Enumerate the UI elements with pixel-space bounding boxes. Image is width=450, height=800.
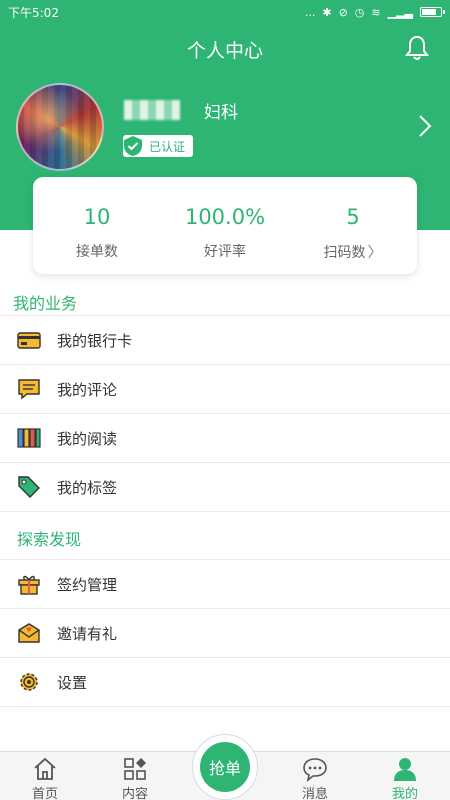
list-item-label: 我的银行卡	[57, 331, 133, 350]
bank-card-icon	[16, 327, 42, 353]
nav-profile[interactable]: 我的	[360, 752, 450, 800]
shield-check-icon	[124, 136, 142, 156]
avatar[interactable]	[16, 83, 104, 171]
battery-icon	[420, 7, 445, 17]
stat-scans-label: 扫码数	[323, 245, 366, 261]
clock-icon: ◷	[354, 5, 365, 19]
list-item-bank-card[interactable]: 我的银行卡	[0, 315, 450, 364]
stat-rating[interactable]: 100.0% 好评率	[161, 177, 289, 274]
nav-messages-label: 消息	[301, 787, 328, 800]
books-icon	[16, 425, 42, 451]
divider	[0, 706, 450, 707]
list-item-tags[interactable]: 我的标签	[0, 462, 450, 511]
home-icon	[34, 757, 56, 780]
status-bar: 下午5:02 ... ✱ ⊘ ◷ ≋ ▁▂▃	[0, 0, 450, 24]
list-item-settings[interactable]: 设置	[0, 657, 450, 706]
nav-content[interactable]: 内容	[90, 752, 180, 800]
nav-home-label: 首页	[31, 787, 58, 800]
list-item-label: 我的评论	[57, 380, 118, 399]
stat-scans-value: 5	[346, 205, 360, 229]
nav-home[interactable]: 首页	[0, 752, 90, 800]
grab-order-button[interactable]: 抢单	[200, 742, 250, 792]
envelope-icon	[16, 620, 42, 646]
stats-card: 10 接单数 100.0% 好评率 5 扫码数〉	[33, 177, 417, 274]
list-item-label: 我的标签	[57, 478, 118, 497]
nav-messages[interactable]: 消息	[270, 752, 360, 800]
section-title-explore: 探索发现	[17, 530, 82, 549]
gear-icon	[16, 669, 42, 695]
verified-badge-label: 已认证	[149, 139, 186, 154]
profile-chevron-right-icon[interactable]	[418, 114, 432, 138]
list-item-invite[interactable]: 邀请有礼	[0, 608, 450, 657]
stat-orders-label: 接单数	[76, 244, 118, 260]
stat-orders-value: 10	[83, 205, 111, 229]
section-title-business: 我的业务	[13, 294, 78, 313]
status-time: 下午5:02	[8, 5, 59, 20]
chat-icon	[303, 758, 327, 782]
bell-icon[interactable]	[404, 34, 430, 62]
verified-badge: 已认证	[123, 135, 194, 157]
gift-box-icon	[16, 571, 42, 597]
department-label: 妇科	[204, 103, 238, 123]
list-item-label: 邀请有礼	[57, 624, 118, 643]
cell-signal-icon: ▁▂▃	[387, 5, 413, 19]
wifi-icon: ≋	[371, 5, 381, 19]
page-title: 个人中心	[186, 40, 263, 62]
divider	[0, 511, 450, 512]
status-icons: ... ✱ ⊘ ◷ ≋ ▁▂▃	[304, 5, 445, 19]
nav-profile-label: 我的	[391, 787, 418, 800]
comment-icon	[16, 376, 42, 402]
grid-icon	[124, 758, 146, 780]
stat-rating-label: 好评率	[204, 244, 246, 260]
stat-rating-value: 100.0%	[184, 205, 266, 229]
list-item-label: 签约管理	[57, 575, 118, 594]
scans-chevron-icon: 〉	[367, 243, 383, 261]
bluetooth-icon: ✱	[322, 5, 332, 19]
stat-scans[interactable]: 5 扫码数〉	[289, 177, 417, 274]
list-item-contracts[interactable]: 签约管理	[0, 559, 450, 608]
list-item-comments[interactable]: 我的评论	[0, 364, 450, 413]
user-name-blurred	[124, 100, 180, 120]
list-item-reading[interactable]: 我的阅读	[0, 413, 450, 462]
nav-content-label: 内容	[121, 787, 148, 800]
alarm-off-icon: ⊘	[338, 5, 348, 19]
tag-icon	[16, 474, 42, 500]
stat-orders[interactable]: 10 接单数	[33, 177, 161, 274]
list-item-label: 我的阅读	[57, 429, 118, 448]
list-item-label: 设置	[57, 673, 88, 692]
signal-dots: ...	[304, 5, 316, 19]
person-icon	[394, 758, 416, 781]
